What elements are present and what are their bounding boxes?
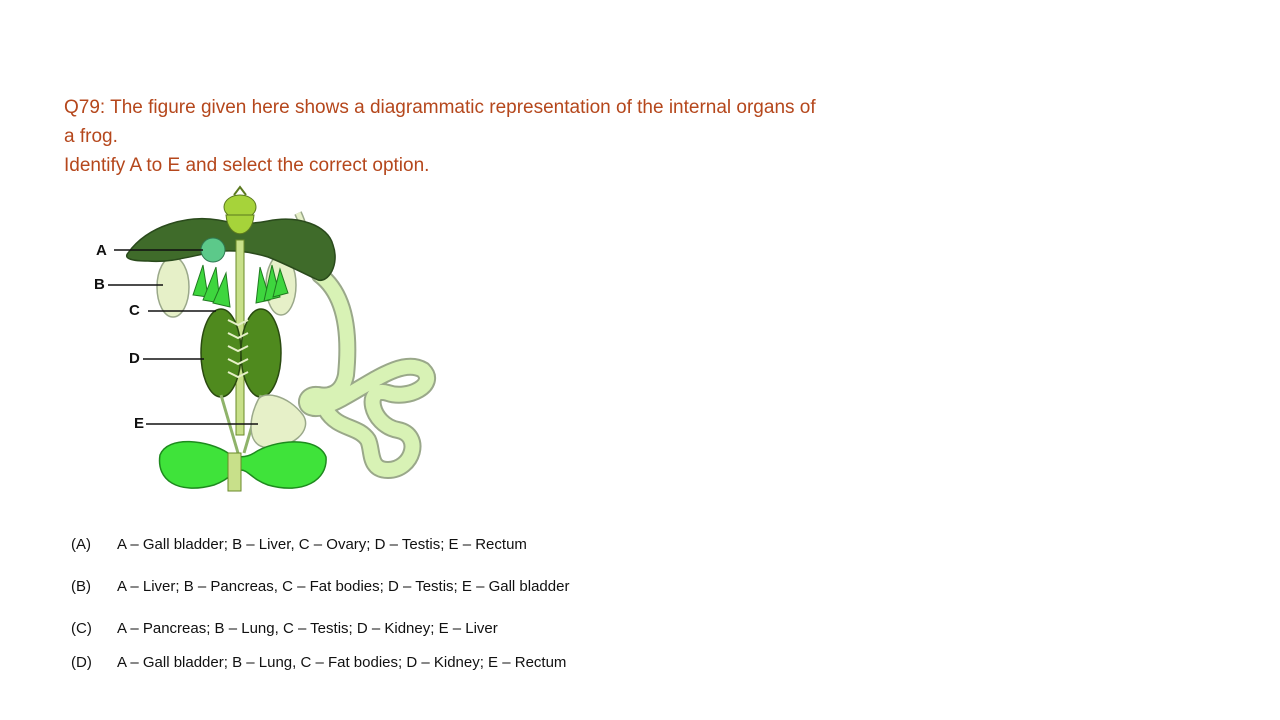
option-key: (C) (71, 620, 92, 637)
question-line-2: a frog. (64, 126, 118, 147)
option-text: A – Pancreas; B – Lung, C – Testis; D – … (117, 620, 498, 637)
option-d[interactable]: (D) A – Gall bladder; B – Lung, C – Fat b… (71, 654, 566, 671)
question-line-1: Q79: The figure given here shows a diagr… (64, 97, 816, 118)
label-d: D (129, 350, 140, 367)
right-kidney (240, 308, 282, 398)
urinary-bladder (158, 440, 327, 489)
option-c[interactable]: (C) A – Pancreas; B – Lung, C – Testis; D… (71, 620, 498, 637)
option-text: A – Liver; B – Pancreas, C – Fat bodies;… (117, 578, 570, 595)
question-text: Q79: The figure given here shows a diagr… (64, 93, 864, 180)
option-key: (A) (71, 536, 91, 553)
option-key: (D) (71, 654, 92, 671)
label-b: B (94, 276, 105, 293)
left-lung (156, 256, 190, 318)
frog-organs-illustration (108, 185, 436, 492)
question-line-3: Identify A to E and select the correct o… (64, 155, 430, 176)
rectum (250, 394, 307, 448)
label-c: C (129, 302, 140, 319)
heart-vessels (233, 185, 247, 196)
frog-diagram: A B C D E (88, 185, 438, 500)
cloaca (227, 452, 242, 492)
label-a: A (96, 242, 107, 259)
option-b[interactable]: (B) A – Liver; B – Pancreas, C – Fat bodi… (71, 578, 569, 595)
option-key: (B) (71, 578, 91, 595)
option-text: A – Gall bladder; B – Liver, C – Ovary; … (117, 536, 527, 553)
label-e: E (134, 415, 145, 432)
left-kidney (200, 308, 242, 398)
option-a[interactable]: (A) A – Gall bladder; B – Liver, C – Ovar… (71, 536, 527, 553)
gall-bladder (200, 237, 226, 263)
option-text: A – Gall bladder; B – Lung, C – Fat bodi… (117, 654, 567, 671)
intestine (300, 268, 434, 478)
